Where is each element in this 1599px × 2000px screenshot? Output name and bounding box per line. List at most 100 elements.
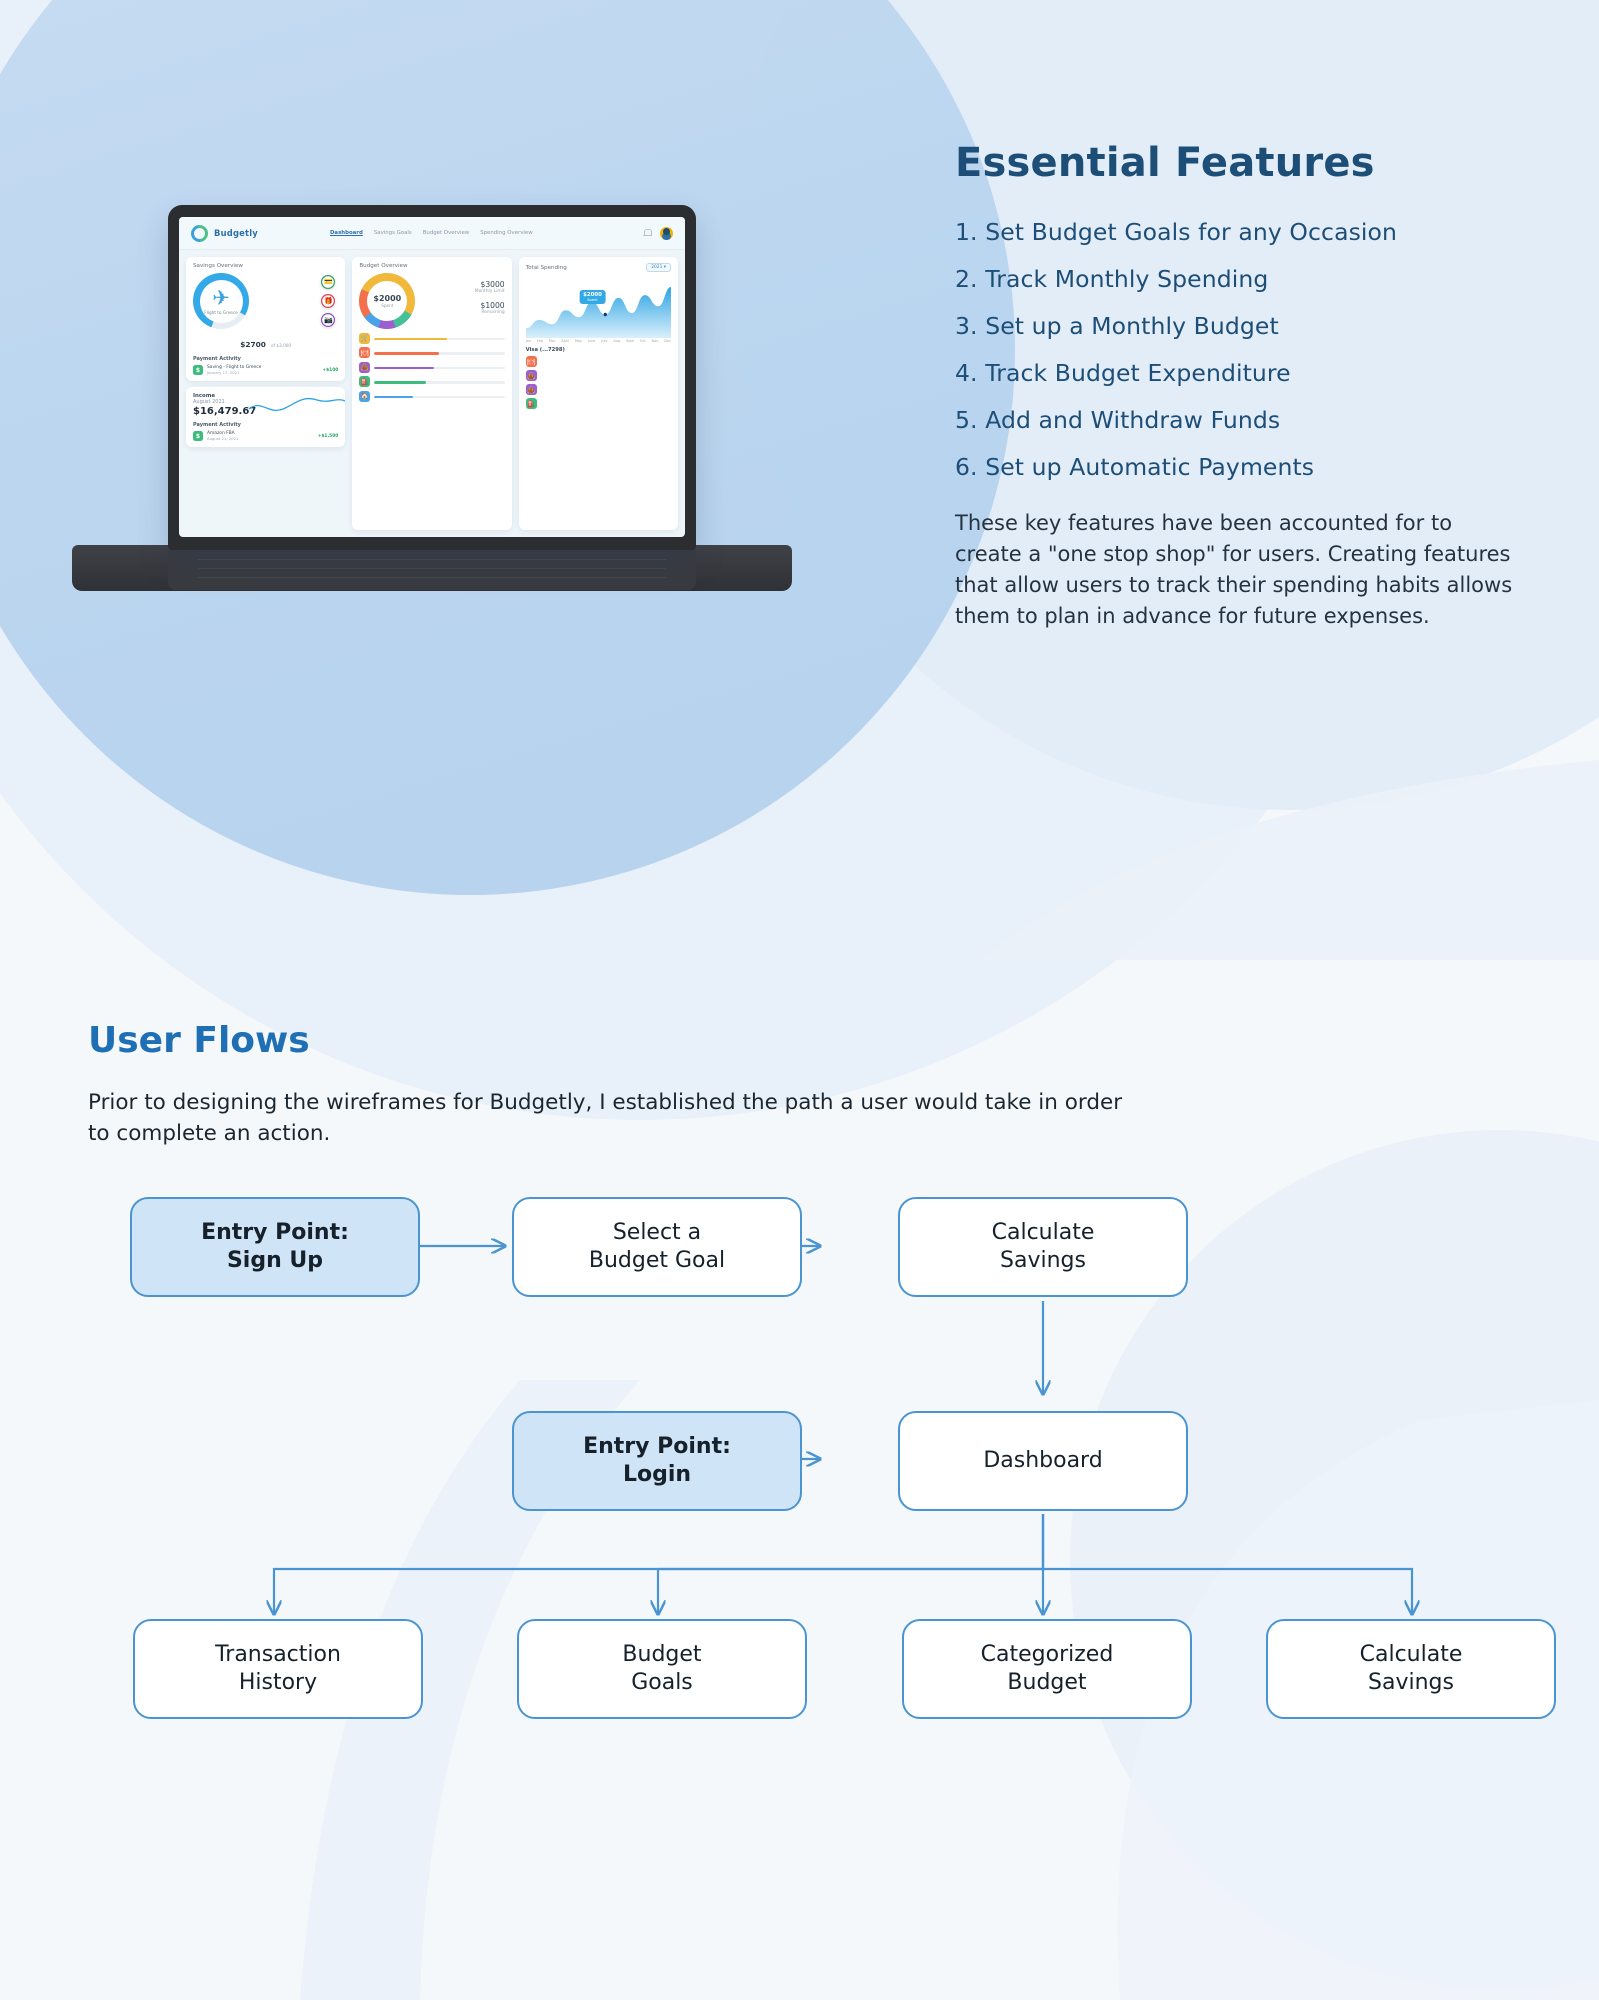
notification-bell-icon[interactable] <box>642 228 652 238</box>
income-activity-title: Payment Activity <box>193 422 241 428</box>
laptop-screen: Budgetly Dashboard Savings Goals Budget … <box>179 217 685 537</box>
flow-node-categorized[interactable]: Categorized Budget <box>902 1619 1192 1720</box>
month-tick: Mar <box>548 339 556 343</box>
flow-node-label: Dashboard <box>983 1448 1103 1474</box>
budgetly-logo-icon <box>187 221 212 245</box>
avatar[interactable] <box>660 226 673 240</box>
month-tick: Sept <box>626 339 634 343</box>
dining-icon: 🍽 <box>359 347 371 358</box>
table-row: 👜 <box>525 370 671 381</box>
list-item: $ Amazon FBA August 21, 2021 +$1,500 <box>193 431 338 441</box>
flow-node-goals[interactable]: Budget Goals <box>517 1619 807 1720</box>
bag-icon: 👜 <box>359 361 371 373</box>
budget-category-row: 🏠 <box>359 390 505 402</box>
column-spending: Total Spending 2021 ▾ $2000 Spent Jan Fe… <box>518 257 678 530</box>
budget-limit-label: Monthly Limit <box>474 289 505 294</box>
budgetly-dashboard-app: Budgetly Dashboard Savings Goals Budget … <box>179 217 685 537</box>
category-progress-bar <box>374 395 505 399</box>
fuel-icon: ⛽ <box>525 398 537 409</box>
page-title: Essential Features <box>955 140 1375 186</box>
wallet-icon[interactable]: 💳 <box>321 275 336 289</box>
user-flows-section: User Flows Prior to designing the wirefr… <box>0 1020 1599 1749</box>
budget-category-list: 🛒 🍽 👜 ⛽ 🏠 <box>359 332 505 402</box>
chart-tooltip: $2000 Spent <box>579 290 606 304</box>
month-tick: Feb <box>536 339 543 343</box>
income-card: Income August 2021 $16,479.67 Payment Ac… <box>186 387 346 447</box>
savings-card-title: Savings Overview <box>193 263 243 269</box>
money-icon: $ <box>193 431 203 441</box>
nav-item-spending-overview[interactable]: Spending Overview <box>480 230 532 236</box>
laptop-lid: Budgetly Dashboard Savings Goals Budget … <box>168 205 696 550</box>
flow-node-select_goal[interactable]: Select a Budget Goal <box>512 1197 802 1298</box>
gift-icon[interactable]: 🎁 <box>321 294 336 308</box>
budget-remaining-label: Remaining <box>481 310 505 315</box>
fuel-icon: ⛽ <box>359 376 371 387</box>
money-icon: $ <box>193 365 203 375</box>
airplane-icon: ✈ <box>212 285 230 310</box>
month-tick: Nov <box>651 339 659 343</box>
feature-item-6: 6. Set up Automatic Payments <box>955 453 1315 481</box>
features-paragraph: These key features have been accounted f… <box>955 511 1513 629</box>
savings-goal-label: Flight to Greece <box>204 309 238 315</box>
flow-node-dashboard[interactable]: Dashboard <box>898 1411 1188 1512</box>
month-tick: Dec <box>664 339 671 343</box>
flow-node-label: Calculate Savings <box>1359 1642 1463 1696</box>
flow-node-label: Entry Point: Sign Up <box>201 1220 349 1274</box>
budget-category-row: ⛽ <box>359 376 505 387</box>
flow-node-label: Select a Budget Goal <box>588 1220 726 1274</box>
activity-date: January 17, 2021 <box>207 370 240 375</box>
hero-section: Budgetly Dashboard Savings Goals Budget … <box>0 0 1599 960</box>
cart-icon: 🛒 <box>359 332 371 344</box>
nav-right <box>642 226 673 240</box>
budget-limit-amount: $3000 <box>480 280 505 289</box>
income-sparkline <box>249 397 346 411</box>
budget-card-title: Budget Overview <box>359 263 408 269</box>
home-icon: 🏠 <box>359 390 371 402</box>
category-progress-bar <box>374 337 505 341</box>
account-title: Visa (...7298) <box>525 347 565 353</box>
flow-node-signup[interactable]: Entry Point: Sign Up <box>130 1197 420 1298</box>
year-select[interactable]: 2021 ▾ <box>646 263 671 272</box>
chart-month-labels: Jan Feb Mar April May June July Aug Sept Oct Nov De… <box>526 339 671 343</box>
month-tick: Jan <box>525 339 531 343</box>
nav-item-budget-overview[interactable]: Budget Overview <box>423 230 469 236</box>
budget-category-row: 🛒 <box>359 332 505 344</box>
flow-node-history[interactable]: Transaction History <box>133 1619 423 1720</box>
spending-area-chart: $2000 Spent <box>525 274 671 338</box>
bag-icon: 👜 <box>525 384 537 395</box>
month-tick: May <box>575 339 583 343</box>
activity-amount: +$1,500 <box>317 433 339 439</box>
flow-node-label: Transaction History <box>215 1642 341 1696</box>
feature-item-4: 4. Track Budget Expenditure <box>955 359 1291 387</box>
nav-links: Dashboard Savings Goals Budget Overview … <box>330 230 533 236</box>
budget-category-row: 🍽 <box>359 347 505 358</box>
flow-node-label: Entry Point: Login <box>583 1434 731 1488</box>
activity-amount: +$100 <box>322 367 339 373</box>
flow-node-label: Categorized Budget <box>980 1642 1114 1696</box>
month-tick: Oct <box>639 339 646 343</box>
table-row: 👜 <box>525 384 671 395</box>
table-row: ⛽ <box>525 398 671 409</box>
user-flows-intro: Prior to designing the wireframes for Bu… <box>88 1090 1123 1147</box>
nav-item-savings-goals[interactable]: Savings Goals <box>374 230 412 236</box>
nav-item-dashboard[interactable]: Dashboard <box>330 230 363 236</box>
total-spending-card: Total Spending 2021 ▾ $2000 Spent Jan Fe… <box>518 257 678 530</box>
feature-item-3: 3. Set up a Monthly Budget <box>955 312 1279 340</box>
savings-goal-icons: 💳 🎁 📷 <box>321 275 336 327</box>
camera-icon[interactable]: 📷 <box>321 313 336 327</box>
month-tick: Aug <box>613 339 621 343</box>
year-select-value: 2021 <box>651 265 663 270</box>
flow-node-login[interactable]: Entry Point: Login <box>512 1411 802 1512</box>
column-savings: Savings Overview ✈ Flight to Greece 💳 🎁 … <box>186 257 346 530</box>
category-progress-bar <box>374 381 505 384</box>
column-budget: Budget Overview $2000 Spent $3000 Monthl… <box>352 257 512 530</box>
flow-node-calc_top[interactable]: Calculate Savings <box>898 1197 1188 1298</box>
app-body: Savings Overview ✈ Flight to Greece 💳 🎁 … <box>179 250 685 537</box>
feature-list: 1. Set Budget Goals for any Occasion 2. T… <box>955 218 1535 481</box>
dining-icon: 🍽 <box>525 356 537 367</box>
flow-node-calc_bottom[interactable]: Calculate Savings <box>1266 1619 1556 1720</box>
area-chart-svg <box>525 286 671 338</box>
savings-amount: $2700 <box>240 340 266 349</box>
brand-name: Budgetly <box>214 228 258 238</box>
month-tick: April <box>561 339 570 343</box>
